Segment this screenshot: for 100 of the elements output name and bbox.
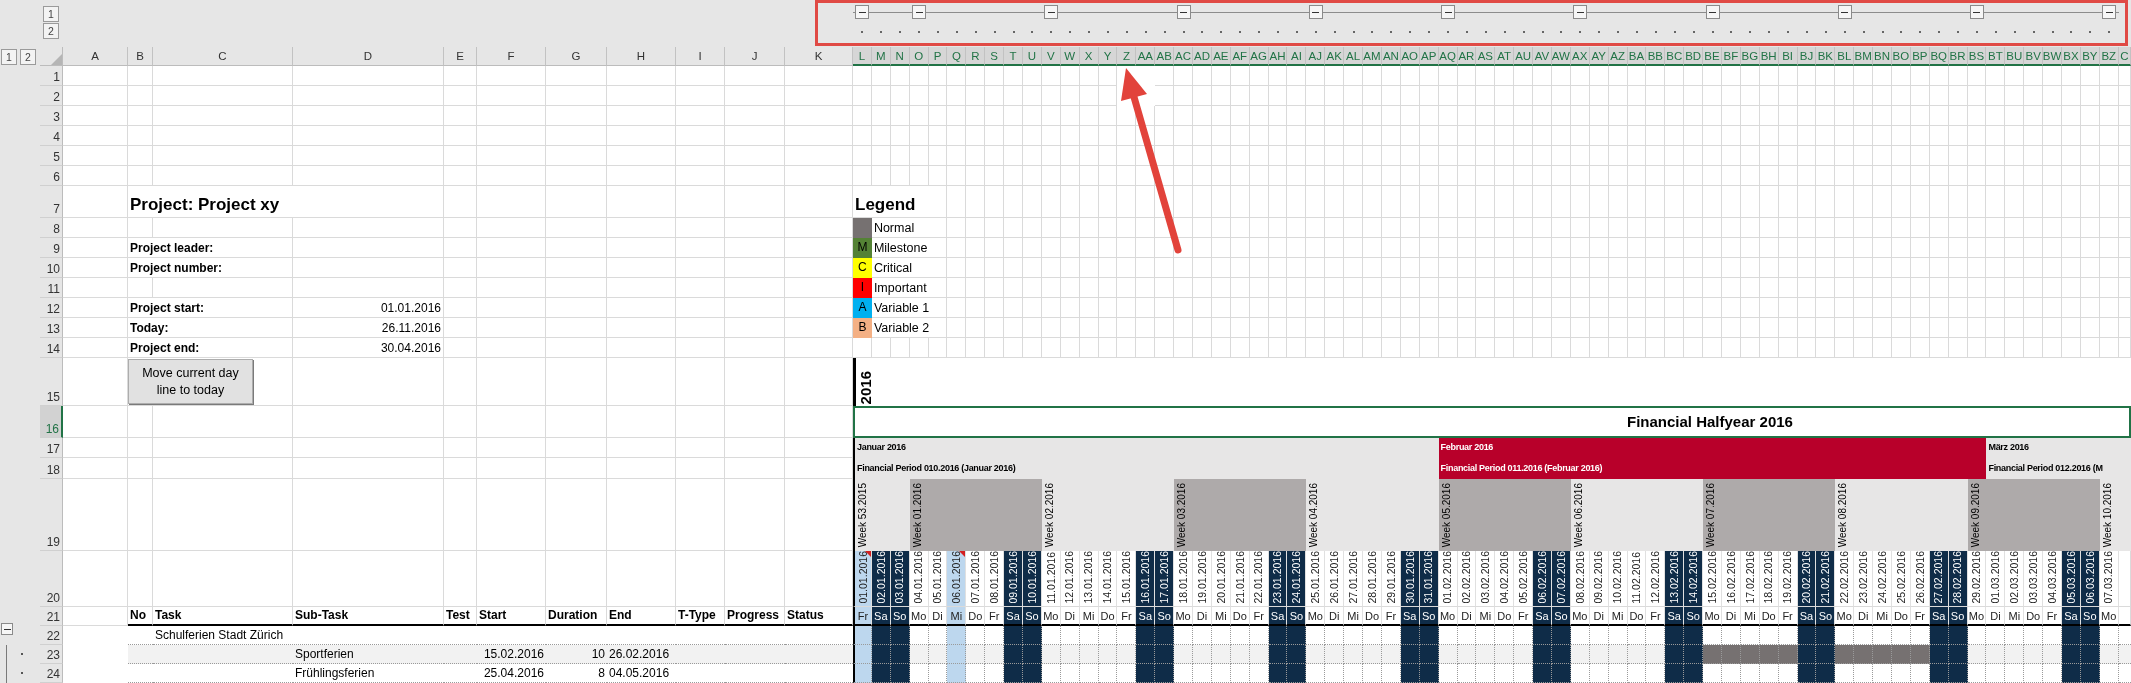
collapse-button[interactable] xyxy=(1970,5,1984,19)
date-label: 26.02.2016 xyxy=(1914,551,1926,604)
column-header[interactable]: F xyxy=(477,47,546,66)
collapse-button[interactable] xyxy=(855,5,870,19)
weekday-cell: Mi xyxy=(1344,607,1364,626)
row-header[interactable]: 21 xyxy=(40,607,63,626)
column-header[interactable]: BN xyxy=(1873,47,1892,66)
outline-level-button[interactable]: 1 xyxy=(43,6,59,22)
row-header[interactable]: 8 xyxy=(40,218,63,238)
column-header[interactable]: S xyxy=(985,47,1005,66)
column-header[interactable]: BE xyxy=(1703,47,1722,66)
row-header[interactable]: 5 xyxy=(40,146,63,166)
row-header[interactable]: 1 xyxy=(40,66,63,86)
collapse-button[interactable] xyxy=(1176,5,1191,19)
column-header[interactable]: BB xyxy=(1646,47,1666,66)
date-label: 10.02.2016 xyxy=(1612,551,1623,604)
column-header[interactable]: AT xyxy=(1495,47,1515,66)
row-header[interactable]: 17 xyxy=(40,438,63,458)
column-header[interactable]: AK xyxy=(1325,47,1345,66)
row-header[interactable]: 22 xyxy=(40,626,63,645)
column-header[interactable]: AU xyxy=(1514,47,1534,66)
row-header[interactable]: 2 xyxy=(40,86,63,106)
collapse-button[interactable] xyxy=(912,5,927,19)
row-header[interactable]: 24 xyxy=(40,664,63,683)
row-header[interactable]: 13 xyxy=(40,318,63,338)
column-header[interactable]: AD xyxy=(1193,47,1212,66)
column-header[interactable]: Q xyxy=(947,47,967,66)
row-header[interactable]: 16 xyxy=(40,406,63,438)
outline-level-button[interactable]: 2 xyxy=(20,48,36,65)
row-header[interactable]: 9 xyxy=(40,238,63,258)
weekend-cell xyxy=(1023,626,1042,645)
column-header[interactable]: AM xyxy=(1363,47,1382,66)
row-header[interactable]: 19 xyxy=(40,479,63,551)
column-header[interactable]: AJ xyxy=(1306,47,1326,66)
column-header[interactable]: BU xyxy=(2005,47,2025,66)
weekend-cell xyxy=(1136,664,1156,683)
column-header[interactable]: AA xyxy=(1136,47,1156,66)
column-header[interactable]: G xyxy=(546,47,607,66)
column-header[interactable]: AV xyxy=(1533,47,1552,66)
row-header[interactable]: 23 xyxy=(40,645,63,664)
collapse-button[interactable] xyxy=(1573,5,1588,19)
date-label: 09.02.2016 xyxy=(1593,551,1604,604)
date-label: 15.02.2016 xyxy=(1706,551,1718,604)
column-header[interactable]: AL xyxy=(1344,47,1364,66)
column-header[interactable]: BK xyxy=(1816,47,1836,66)
collapse-button[interactable] xyxy=(1837,5,1852,19)
row-header[interactable]: 10 xyxy=(40,258,63,278)
field-label: Project leader: xyxy=(128,238,293,258)
row-header[interactable]: 7 xyxy=(40,186,63,218)
column-header[interactable]: C xyxy=(153,47,293,66)
column-header[interactable]: AB xyxy=(1155,47,1175,66)
column-header[interactable]: BT xyxy=(1986,47,2006,66)
column-header[interactable]: BW xyxy=(2043,47,2062,66)
column-header[interactable]: AC xyxy=(1174,47,1194,66)
column-header[interactable]: T xyxy=(1004,47,1023,66)
collapse-button[interactable] xyxy=(1044,5,1059,19)
column-header[interactable]: R xyxy=(966,47,986,66)
row-header[interactable]: 14 xyxy=(40,338,63,358)
outline-level-button[interactable]: 1 xyxy=(1,48,17,65)
row-header[interactable]: 18 xyxy=(40,458,63,479)
collapse-button[interactable] xyxy=(1705,5,1720,19)
row-header[interactable]: 20 xyxy=(40,551,63,607)
sheet-cell[interactable]: Move current day line to today xyxy=(128,358,293,406)
row-header[interactable]: 4 xyxy=(40,126,63,146)
move-today-button[interactable]: Move current day line to today xyxy=(128,359,253,404)
column-header[interactable]: BV xyxy=(2024,47,2044,66)
column-header[interactable]: BC xyxy=(1665,47,1685,66)
row-header[interactable]: 12 xyxy=(40,298,63,318)
column-header[interactable]: BM xyxy=(1854,47,1874,66)
project-title: Project: Project xy xyxy=(128,186,444,218)
row-header[interactable]: 6 xyxy=(40,166,63,186)
column-header[interactable]: AS xyxy=(1476,47,1496,66)
weekday-cell: Sa xyxy=(1665,607,1685,626)
column-header[interactable]: K xyxy=(785,47,853,66)
collapse-button[interactable] xyxy=(2102,5,2117,19)
column-header[interactable]: L xyxy=(853,47,872,66)
collapse-button[interactable] xyxy=(1308,5,1323,19)
row-header[interactable]: 15 xyxy=(40,358,63,406)
column-header[interactable]: E xyxy=(444,47,477,66)
row-header[interactable]: 11 xyxy=(40,278,63,298)
collapse-button[interactable] xyxy=(1,623,13,635)
column-header[interactable]: Z xyxy=(1117,47,1137,66)
column-header[interactable]: D xyxy=(293,47,444,66)
date-label: 16.02.2016 xyxy=(1725,551,1737,604)
timeline-cell xyxy=(2043,664,2062,683)
collapse-button[interactable] xyxy=(1441,5,1456,19)
column-header[interactable]: AI xyxy=(1287,47,1307,66)
column-header[interactable]: BX xyxy=(2062,47,2081,66)
column-header[interactable]: A xyxy=(63,47,128,66)
column-header[interactable]: H xyxy=(607,47,676,66)
row-header[interactable]: 3 xyxy=(40,106,63,126)
outline-level-button[interactable]: 2 xyxy=(43,23,59,39)
column-header[interactable]: U xyxy=(1023,47,1042,66)
column-header[interactable]: B xyxy=(128,47,153,66)
column-header[interactable]: BD xyxy=(1684,47,1704,66)
column-heading: Start xyxy=(477,607,546,626)
date-label: 24.02.2016 xyxy=(1876,551,1888,604)
column-header[interactable]: I xyxy=(676,47,725,66)
column-header[interactable]: BL xyxy=(1835,47,1855,66)
column-header[interactable]: J xyxy=(725,47,785,66)
